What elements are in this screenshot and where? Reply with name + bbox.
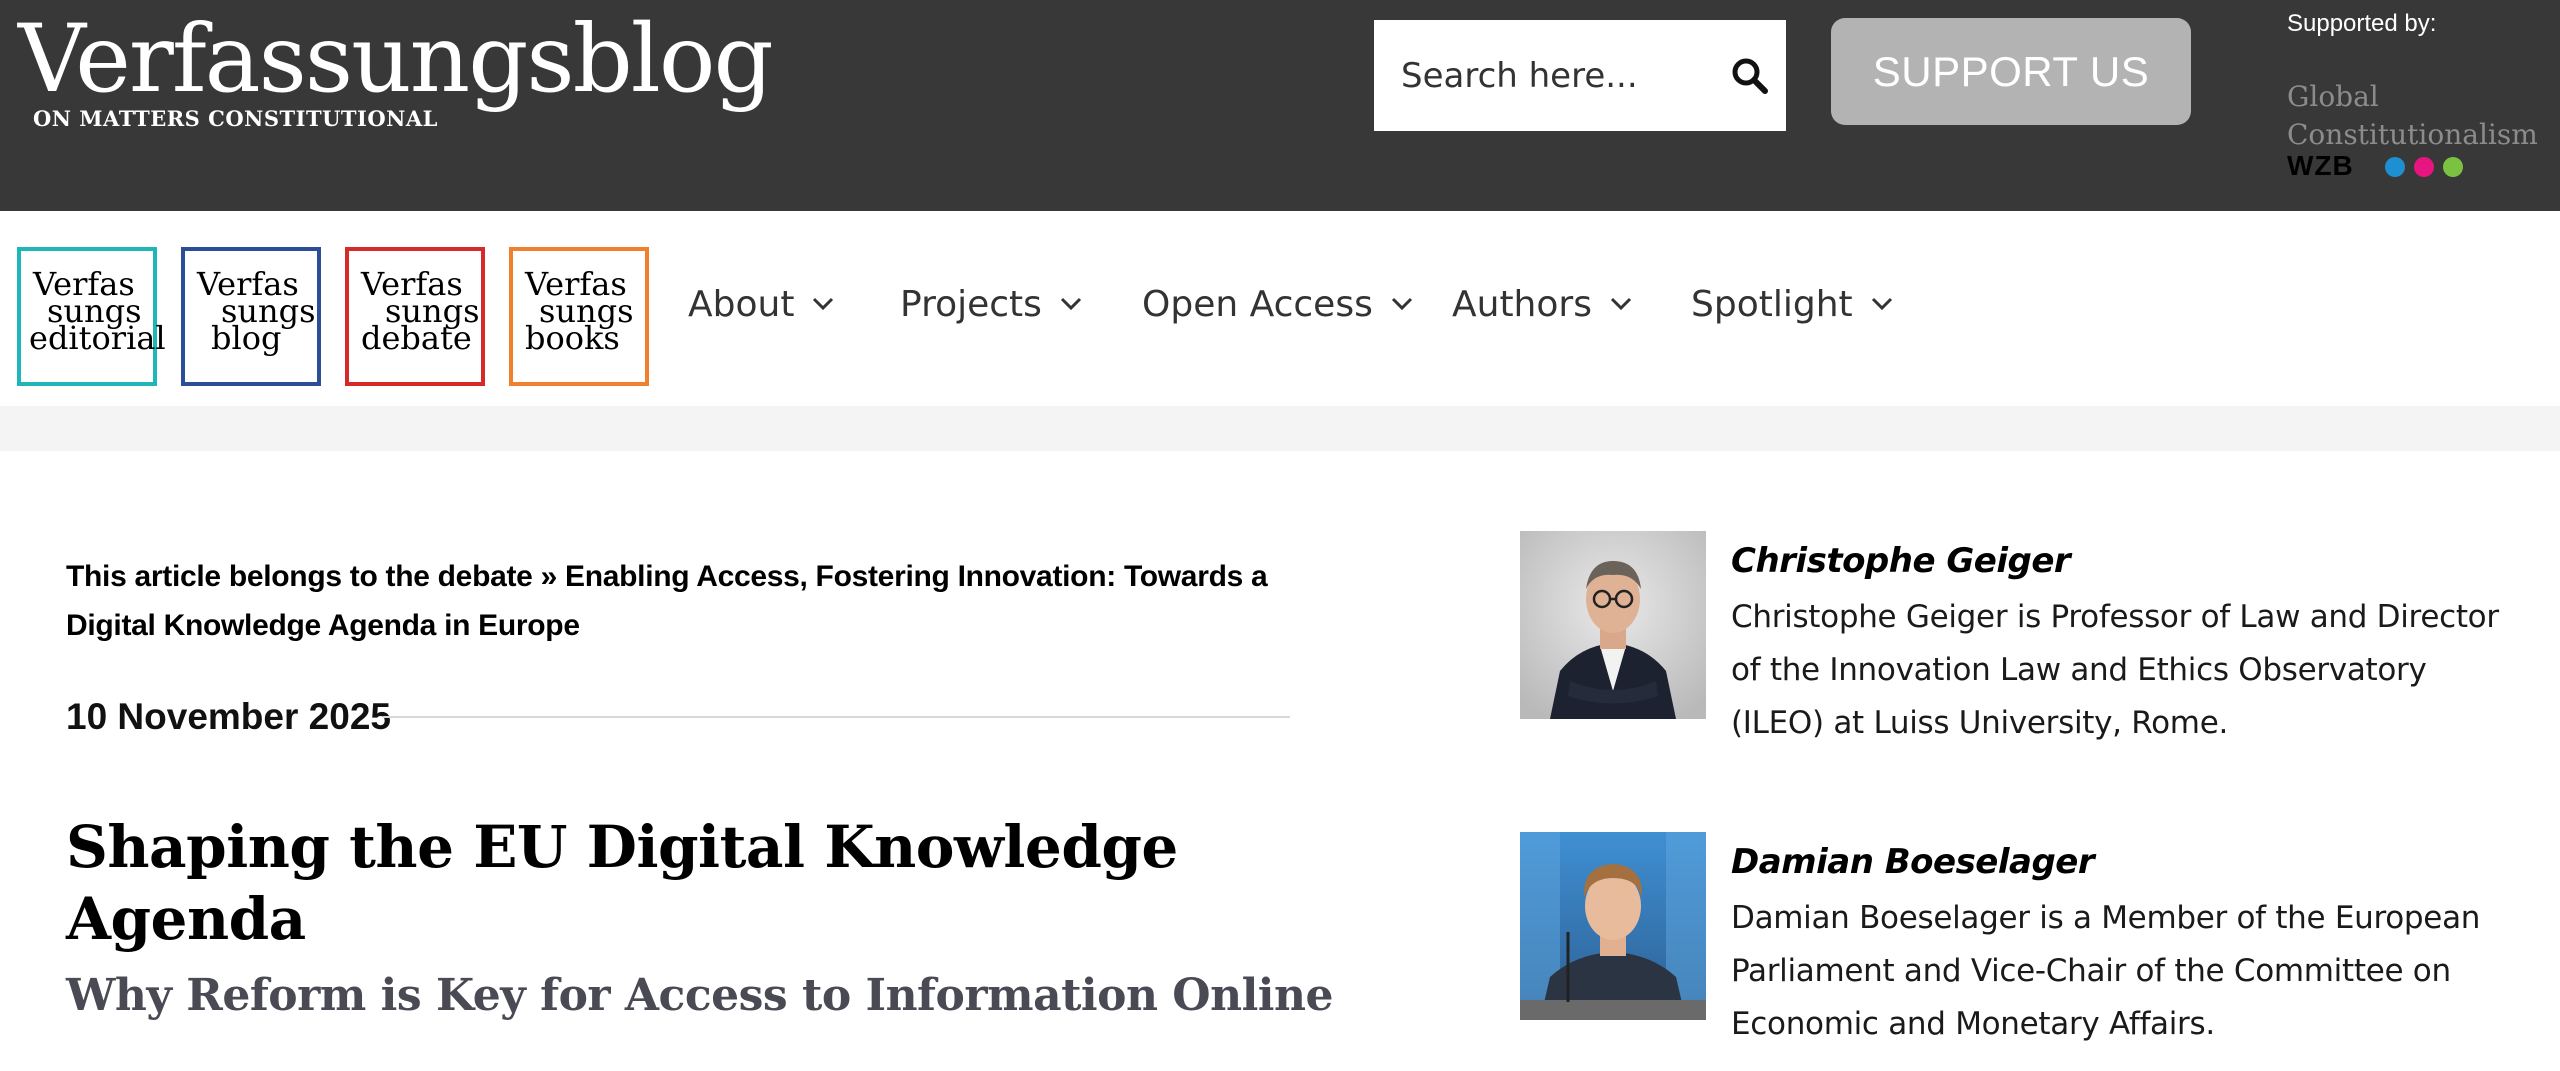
logo-line: debate [361, 319, 472, 357]
nav-item-about[interactable]: About [688, 274, 834, 334]
nav-item-projects[interactable]: Projects [900, 274, 1082, 334]
search-input[interactable] [1374, 20, 1714, 131]
wzb-logo[interactable]: WZB [2287, 150, 2354, 182]
search-icon [1732, 58, 1768, 94]
nav-item-open-access[interactable]: Open Access [1142, 274, 1413, 334]
verfassungs-debate-logo[interactable]: Verfas sungs debate [345, 247, 485, 386]
supported-by-label: Supported by: [2287, 10, 2437, 37]
author-name-christophe-geiger[interactable]: Christophe Geiger [1731, 541, 2071, 581]
article-subtitle: Why Reform is Key for Access to Informat… [66, 970, 1334, 1021]
site-logo-title[interactable]: Verfassungsblog [18, 4, 774, 117]
global-constitutionalism-logo[interactable]: Global Constitutionalism [2287, 78, 2538, 154]
nav-item-label: About [688, 283, 795, 325]
wzb-dot-blue [2385, 157, 2405, 177]
nav-item-label: Authors [1452, 283, 1592, 325]
debate-prefix: This article belongs to the debate » [66, 560, 566, 593]
header-divider-band [0, 406, 2560, 451]
person-portrait-icon [1520, 832, 1706, 1020]
chevron-down-icon [1060, 297, 1081, 311]
gc-logo-line2: Constitutionalism [2287, 118, 2538, 151]
article-date: 10 November 2025 [66, 696, 391, 737]
date-divider [383, 716, 1290, 718]
author-photo-damian-boeselager[interactable] [1520, 832, 1706, 1020]
search-button[interactable] [1714, 20, 1786, 131]
chevron-down-icon [1391, 297, 1412, 311]
nav-item-authors[interactable]: Authors [1452, 274, 1632, 334]
gc-logo-line1: Global [2287, 80, 2379, 113]
logo-line: editorial [29, 319, 166, 357]
nav-item-label: Projects [900, 283, 1042, 325]
author-bio-christophe-geiger: Christophe Geiger is Professor of Law an… [1731, 599, 2499, 741]
verfassungs-books-logo[interactable]: Verfas sungs books [509, 247, 649, 386]
article-title: Shaping the EU Digital Knowledge Agenda [66, 813, 1178, 953]
nav-item-label: Open Access [1142, 283, 1373, 325]
search-box [1374, 20, 1786, 131]
verfassungs-editorial-logo[interactable]: Verfas sungs editorial [17, 247, 166, 386]
nav-item-spotlight[interactable]: Spotlight [1691, 274, 1893, 334]
author-photo-christophe-geiger[interactable] [1520, 531, 1706, 719]
wzb-dot-magenta [2414, 157, 2434, 177]
chevron-down-icon [813, 297, 834, 311]
main-navigation: Verfas sungs editorial Verfas sungs blog… [0, 211, 2560, 406]
person-portrait-icon [1520, 531, 1706, 719]
author-bio-damian-boeselager: Damian Boeselager is a Member of the Eur… [1731, 900, 2481, 1042]
site-header: Verfassungsblog ON MATTERS CONSTITUTIONA… [0, 0, 2560, 211]
author-name-damian-boeselager[interactable]: Damian Boeselager [1731, 842, 2095, 882]
chevron-down-icon [1610, 297, 1632, 311]
wzb-dot-green [2443, 157, 2463, 177]
debate-notice: This article belongs to the debate » Ena… [66, 552, 1306, 650]
site-tagline: ON MATTERS CONSTITUTIONAL [33, 106, 438, 131]
support-us-button[interactable]: SUPPORT US [1831, 18, 2191, 125]
verfassungs-blog-logo[interactable]: Verfas sungs blog [181, 247, 321, 386]
nav-item-label: Spotlight [1691, 283, 1853, 325]
chevron-down-icon [1871, 297, 1892, 311]
